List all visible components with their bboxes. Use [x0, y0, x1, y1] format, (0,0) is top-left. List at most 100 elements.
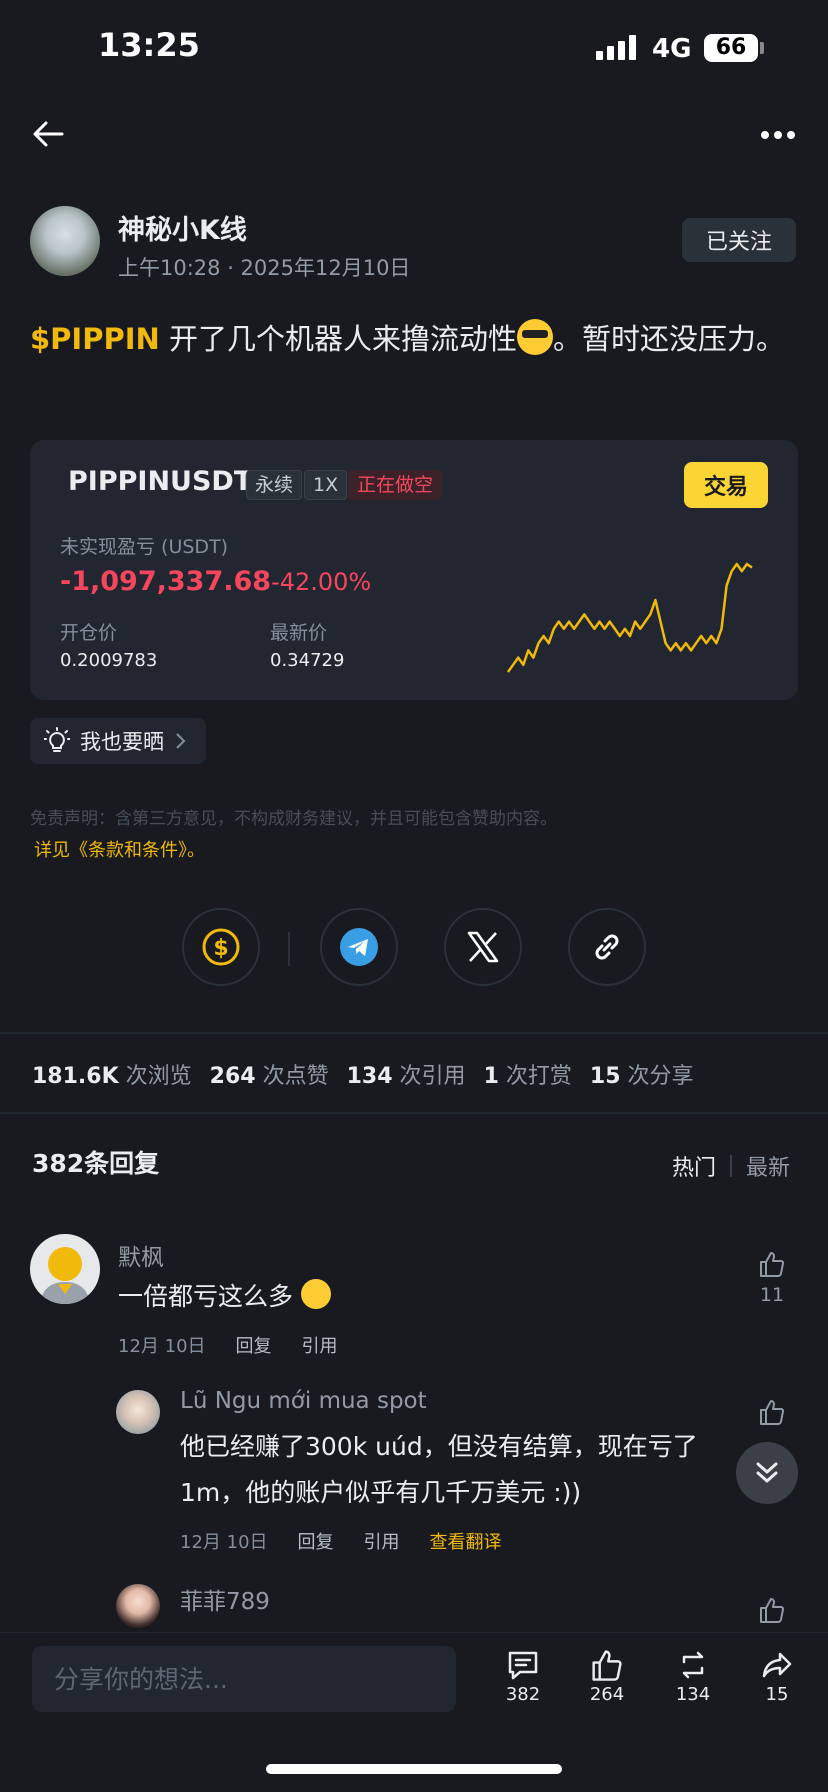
sunglasses-emoji-icon: [517, 319, 554, 355]
stat-shares: 15 次分享: [589, 1064, 694, 1089]
comment-date: 12月 10日: [180, 1532, 268, 1553]
replies-count: 382条回复: [32, 1149, 160, 1178]
battery-cap: [760, 42, 764, 54]
share-button[interactable]: 15: [742, 1648, 812, 1705]
reply-input[interactable]: [32, 1646, 456, 1712]
tip-icon: $: [202, 928, 240, 966]
sort-new-tab[interactable]: 最新: [746, 1150, 790, 1182]
leverage-chip: 1X: [304, 470, 348, 500]
trade-button[interactable]: 交易: [684, 462, 768, 508]
entry-price-label: 开仓价: [60, 622, 118, 644]
perp-chip: 永续: [246, 470, 303, 500]
follow-button[interactable]: 已关注: [682, 218, 796, 262]
comment-date: 12月 10日: [118, 1336, 206, 1357]
share-position-button[interactable]: 我也要晒: [30, 718, 206, 764]
laughing-emoji-icon: [300, 1279, 331, 1309]
terms-link[interactable]: 详见《条款和条件》。: [34, 836, 205, 862]
author-name[interactable]: 神秘小K线: [118, 208, 247, 247]
comment-meta: 12月 10日 回复 引用: [118, 1332, 338, 1358]
home-indicator: [266, 1764, 562, 1774]
signal-icon: [596, 34, 636, 60]
telegram-icon: [340, 928, 378, 966]
post-date: 上午10:28 · 2025年12月10日: [118, 256, 411, 280]
lightbulb-icon: [44, 727, 70, 752]
network-label: 4G: [652, 34, 692, 64]
sort-hot-tab[interactable]: 热门: [672, 1150, 716, 1182]
pnl-value-row: -1,097,337.68-42.00%: [60, 566, 371, 597]
share-position-label: 我也要晒: [80, 730, 164, 754]
comment-like-button[interactable]: [758, 1596, 786, 1624]
double-chevron-down-icon: [756, 1462, 778, 1483]
battery-icon: 66: [704, 34, 758, 62]
side-chip: 正在做空: [348, 470, 443, 500]
like-count: 11: [759, 1284, 785, 1306]
repost-icon: [682, 1651, 704, 1679]
comment-text: 他已经赚了300k uúd，但没有结算，现在亏了1m，他的账户似乎有几千万美元 …: [180, 1432, 698, 1507]
reply-button[interactable]: 回复: [298, 1528, 334, 1554]
back-arrow-icon[interactable]: [30, 116, 66, 156]
stat-likes: 264 次点赞: [209, 1064, 329, 1089]
share-arrow-icon: [762, 1652, 792, 1678]
chevron-right-icon: [176, 733, 186, 749]
post-text-2: 。暂时还没压力。: [553, 322, 786, 356]
more-options-icon[interactable]: [760, 126, 796, 145]
translate-button[interactable]: 查看翻译: [430, 1528, 502, 1554]
sort-toggle: 热门 最新: [672, 1150, 790, 1182]
comment-author[interactable]: 菲菲789: [180, 1582, 270, 1616]
divider: [0, 1112, 828, 1114]
thumbs-up-icon: [760, 1400, 785, 1426]
cashtag-link[interactable]: $PIPPIN: [30, 322, 160, 356]
comment-author[interactable]: 默枫: [118, 1238, 164, 1272]
post-body: $PIPPIN 开了几个机器人来撸流动性 。暂时还没压力。: [30, 314, 800, 364]
repost-button[interactable]: 134: [658, 1648, 728, 1705]
comments-button[interactable]: 382: [488, 1648, 558, 1705]
sort-divider: [730, 1155, 733, 1177]
divider: [0, 1032, 828, 1034]
post-stats: 181.6K 次浏览 264 次点赞 134 次引用 1 次打赏 15 次分享: [32, 1058, 694, 1090]
x-share-button[interactable]: [444, 908, 522, 986]
stat-views: 181.6K 次浏览: [32, 1064, 192, 1089]
stat-tips: 1 次打赏: [483, 1064, 572, 1089]
price-line: [506, 562, 753, 673]
trade-symbol: PIPPINUSDT: [68, 466, 253, 497]
stat-quotes: 134 次引用: [346, 1064, 466, 1089]
comment-like-button[interactable]: 11: [758, 1250, 786, 1306]
copy-link-button[interactable]: [568, 908, 646, 986]
disclaimer-text: 免责声明：含第三方意见，不构成财务建议，并且可能包含赞助内容。: [30, 809, 557, 829]
avatar[interactable]: [116, 1584, 160, 1628]
thumbs-up-icon: [592, 1650, 622, 1681]
last-price-value: 0.34729: [270, 650, 345, 671]
status-time: 13:25: [98, 26, 200, 64]
comment-like-button[interactable]: [758, 1398, 786, 1426]
avatar[interactable]: [30, 1234, 100, 1304]
avatar[interactable]: [116, 1390, 160, 1434]
likes-count: 264: [589, 1684, 625, 1705]
entry-price-value: 0.2009783: [60, 650, 158, 671]
tip-button[interactable]: $: [182, 908, 260, 986]
reposts-count: 134: [675, 1684, 711, 1705]
like-button[interactable]: 264: [572, 1648, 642, 1705]
telegram-button[interactable]: [320, 908, 398, 986]
last-price-label: 最新价: [270, 622, 328, 644]
post-text-1: 开了几个机器人来撸流动性: [159, 322, 518, 356]
price-sparkline: [506, 562, 753, 673]
comment-meta: 12月 10日 回复 引用 查看翻译: [180, 1528, 502, 1554]
thumbs-up-icon: [760, 1252, 785, 1278]
reply-button[interactable]: 回复: [236, 1332, 272, 1358]
quote-button[interactable]: 引用: [302, 1332, 338, 1358]
scroll-down-button[interactable]: [736, 1442, 798, 1504]
shares-count: 15: [765, 1684, 789, 1705]
pnl-percent: -42.00%: [271, 568, 372, 596]
author-avatar[interactable]: [30, 206, 100, 276]
comments-count: 382: [505, 1684, 541, 1705]
link-icon: [595, 934, 619, 960]
quote-button[interactable]: 引用: [364, 1528, 400, 1554]
comment-author[interactable]: Lũ Ngu mới mua spot: [180, 1388, 427, 1414]
pnl-value: -1,097,337.68: [60, 566, 272, 597]
comment-text: 一倍都亏这么多: [118, 1274, 331, 1320]
pnl-label: 未实现盈亏 (USDT): [60, 536, 229, 558]
svg-text:$: $: [213, 936, 228, 961]
share-divider: [288, 932, 290, 966]
thumbs-up-icon: [760, 1598, 785, 1624]
comment-icon: [508, 1651, 538, 1680]
